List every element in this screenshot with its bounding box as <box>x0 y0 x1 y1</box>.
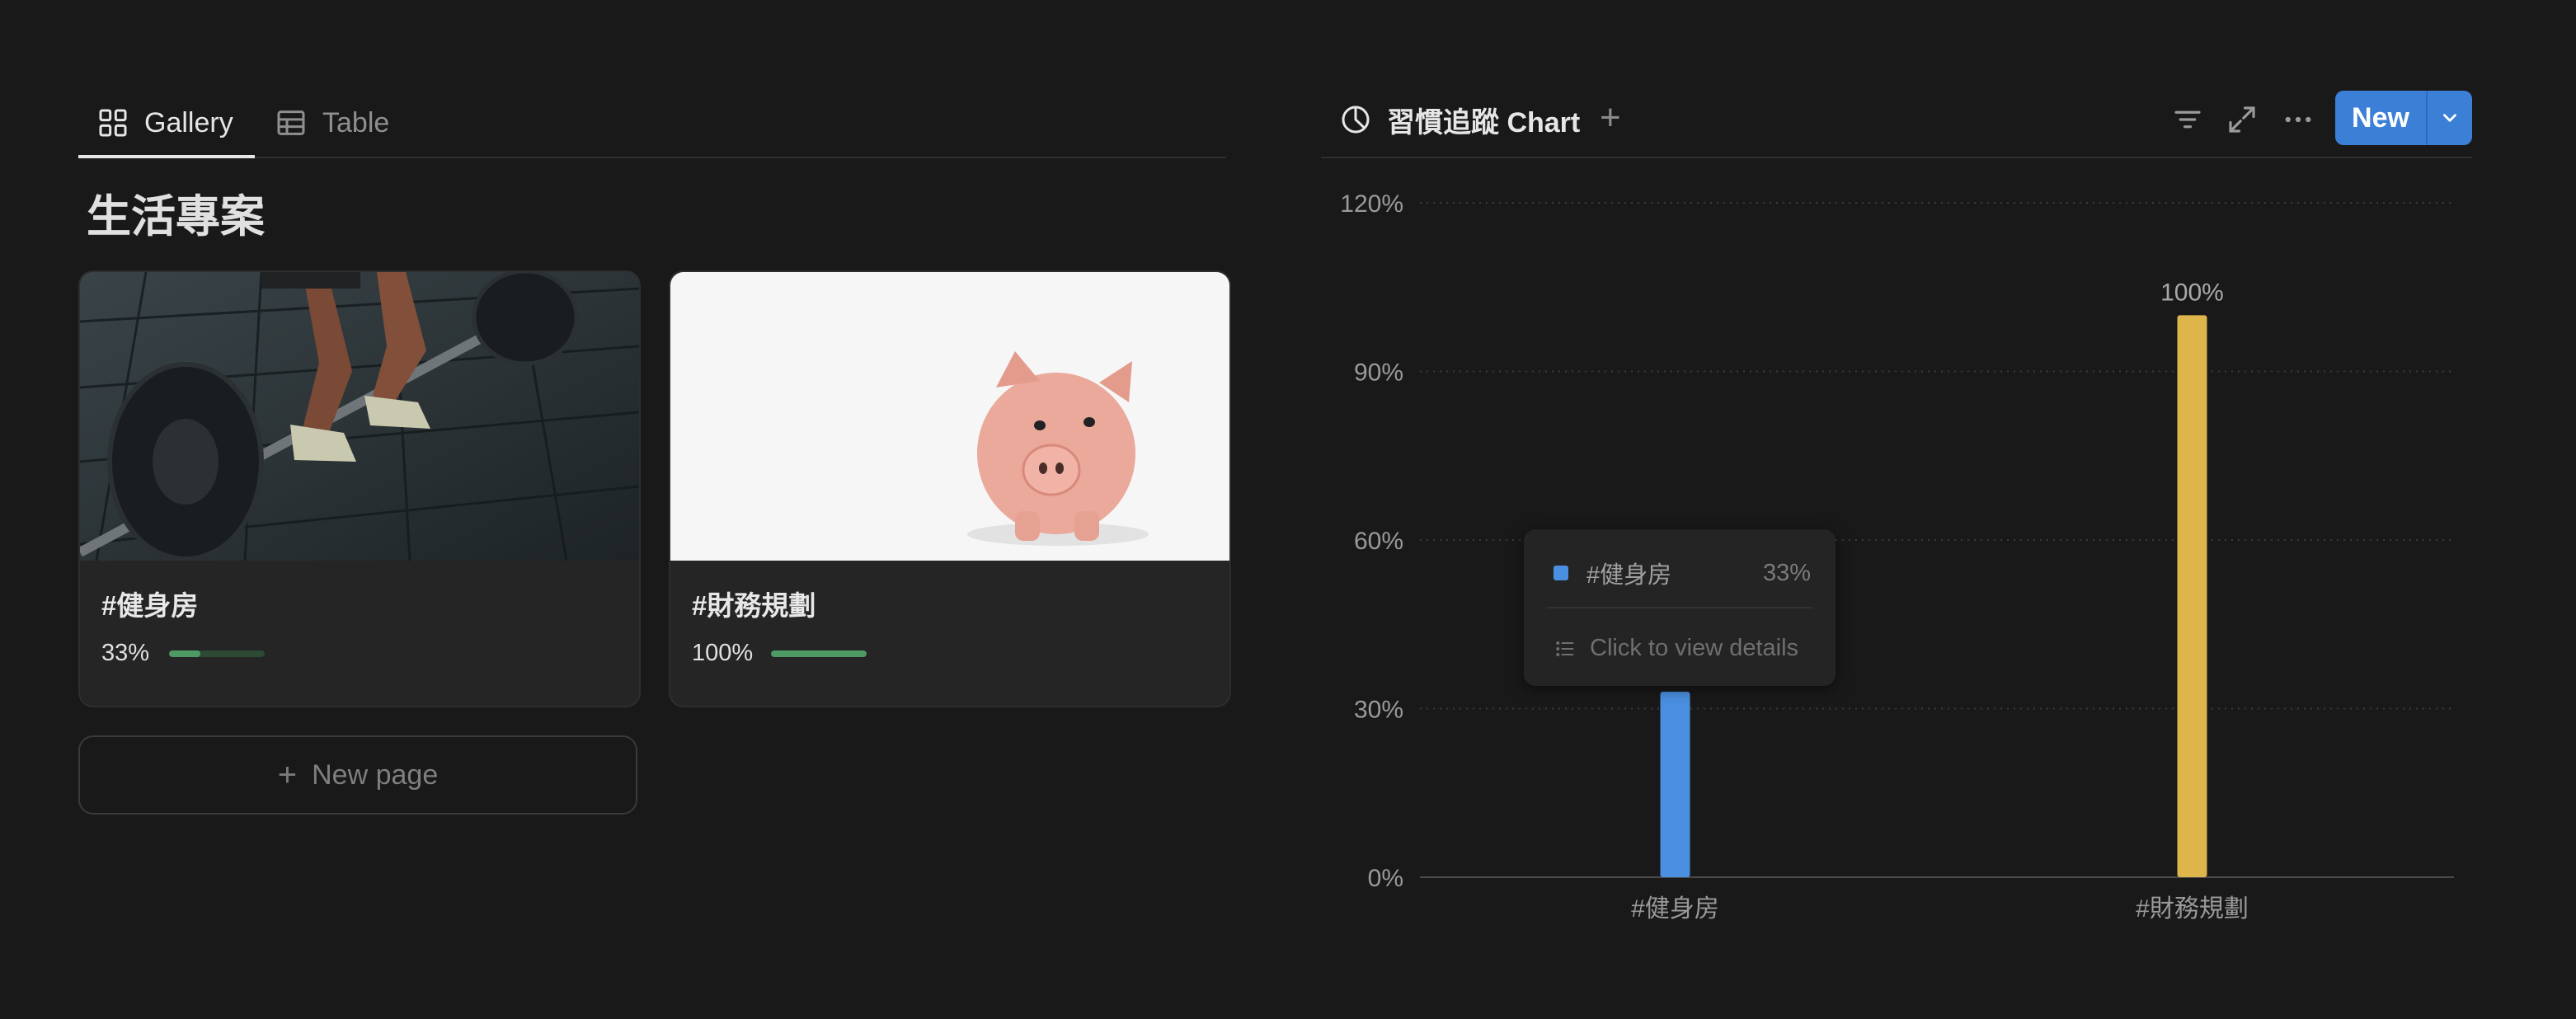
bar <box>2177 315 2207 877</box>
progress-bar-fill <box>771 650 867 657</box>
active-tab-indicator <box>78 155 255 158</box>
y-tick-label: 90% <box>1354 359 1403 387</box>
new-page-label: New page <box>312 758 439 791</box>
new-dropdown-button[interactable] <box>2428 91 2472 145</box>
chart-view-header: 習慣追蹤 Chart + New <box>1321 79 2472 158</box>
add-view-icon[interactable]: + <box>1600 97 1621 139</box>
bar-chart: 0% 30% 60% 90% 120% 33% #健身房 100% #財務規劃 <box>1340 190 2454 923</box>
expand-icon[interactable] <box>2225 102 2259 137</box>
x-tick-label: #財務規劃 <box>2136 895 2249 923</box>
gallery-card[interactable]: #財務規劃 100% <box>669 270 1231 707</box>
view-details-link[interactable]: Click to view details <box>1554 635 1798 662</box>
view-details-label: Click to view details <box>1590 635 1799 661</box>
tooltip-row: #健身房 33% <box>1554 556 1811 590</box>
tab-chart-view[interactable]: 習慣追蹤 Chart <box>1339 99 1580 140</box>
plus-icon: + <box>277 756 298 793</box>
bar <box>1660 692 1690 877</box>
new-button-group: New <box>2335 91 2472 145</box>
bar-value-label: 100% <box>2160 279 2224 306</box>
view-name: 習慣追蹤 Chart <box>1387 106 1581 139</box>
card-title: #財務規劃 <box>692 590 816 621</box>
more-icon[interactable] <box>2281 102 2315 137</box>
y-tick-label: 0% <box>1368 865 1403 892</box>
chart-tooltip: #健身房 33% Click to view details <box>1524 529 1836 686</box>
gallery-card[interactable]: #健身房 33% <box>78 270 641 707</box>
progress-label: 100% <box>692 640 754 666</box>
tab-gallery-label: Gallery <box>144 106 233 139</box>
tab-table[interactable]: Table <box>275 102 389 143</box>
card-cover-piggy-bank <box>670 272 1229 561</box>
tooltip-divider <box>1547 607 1812 608</box>
progress-bar <box>771 650 867 657</box>
tab-table-label: Table <box>322 106 390 139</box>
gallery-grid-icon <box>99 109 127 137</box>
gallery-view: Gallery Table 生活專案 #健身房 33% #財務規劃 100% +… <box>78 79 1231 815</box>
tooltip-value: 33% <box>1762 559 1811 586</box>
tooltip-name: #健身房 <box>1586 562 1672 589</box>
x-tick-label: #健身房 <box>1631 895 1719 923</box>
progress-bar-fill <box>169 650 201 657</box>
filter-icon[interactable] <box>2170 102 2205 137</box>
progress-bar <box>169 650 265 657</box>
list-icon <box>1556 641 1574 656</box>
chevron-down-icon <box>2443 114 2456 122</box>
new-button[interactable]: New <box>2335 91 2428 145</box>
progress: 100% <box>692 640 867 667</box>
piggy-bank-photo <box>670 272 1229 561</box>
chart-view: 習慣追蹤 Chart + New 0% 30% 60% 90% 120% #健身… <box>1321 79 2472 923</box>
database-title[interactable]: 生活專案 <box>87 180 265 245</box>
tab-gallery[interactable]: Gallery <box>96 102 233 143</box>
table-icon <box>277 110 305 135</box>
new-page-button[interactable]: + New page <box>78 735 637 815</box>
progress: 33% <box>101 640 265 667</box>
chart-pie-icon <box>1342 106 1370 134</box>
progress-label: 33% <box>101 640 150 666</box>
y-tick-label: 30% <box>1354 697 1403 724</box>
card-title: #健身房 <box>101 590 199 621</box>
card-cover-barbell <box>80 272 639 561</box>
tooltip-swatch <box>1554 566 1568 580</box>
barbell-photo <box>80 272 639 561</box>
y-tick-label: 60% <box>1354 528 1403 555</box>
view-tabs: Gallery Table <box>78 79 1226 158</box>
y-tick-label: 120% <box>1340 190 1403 218</box>
